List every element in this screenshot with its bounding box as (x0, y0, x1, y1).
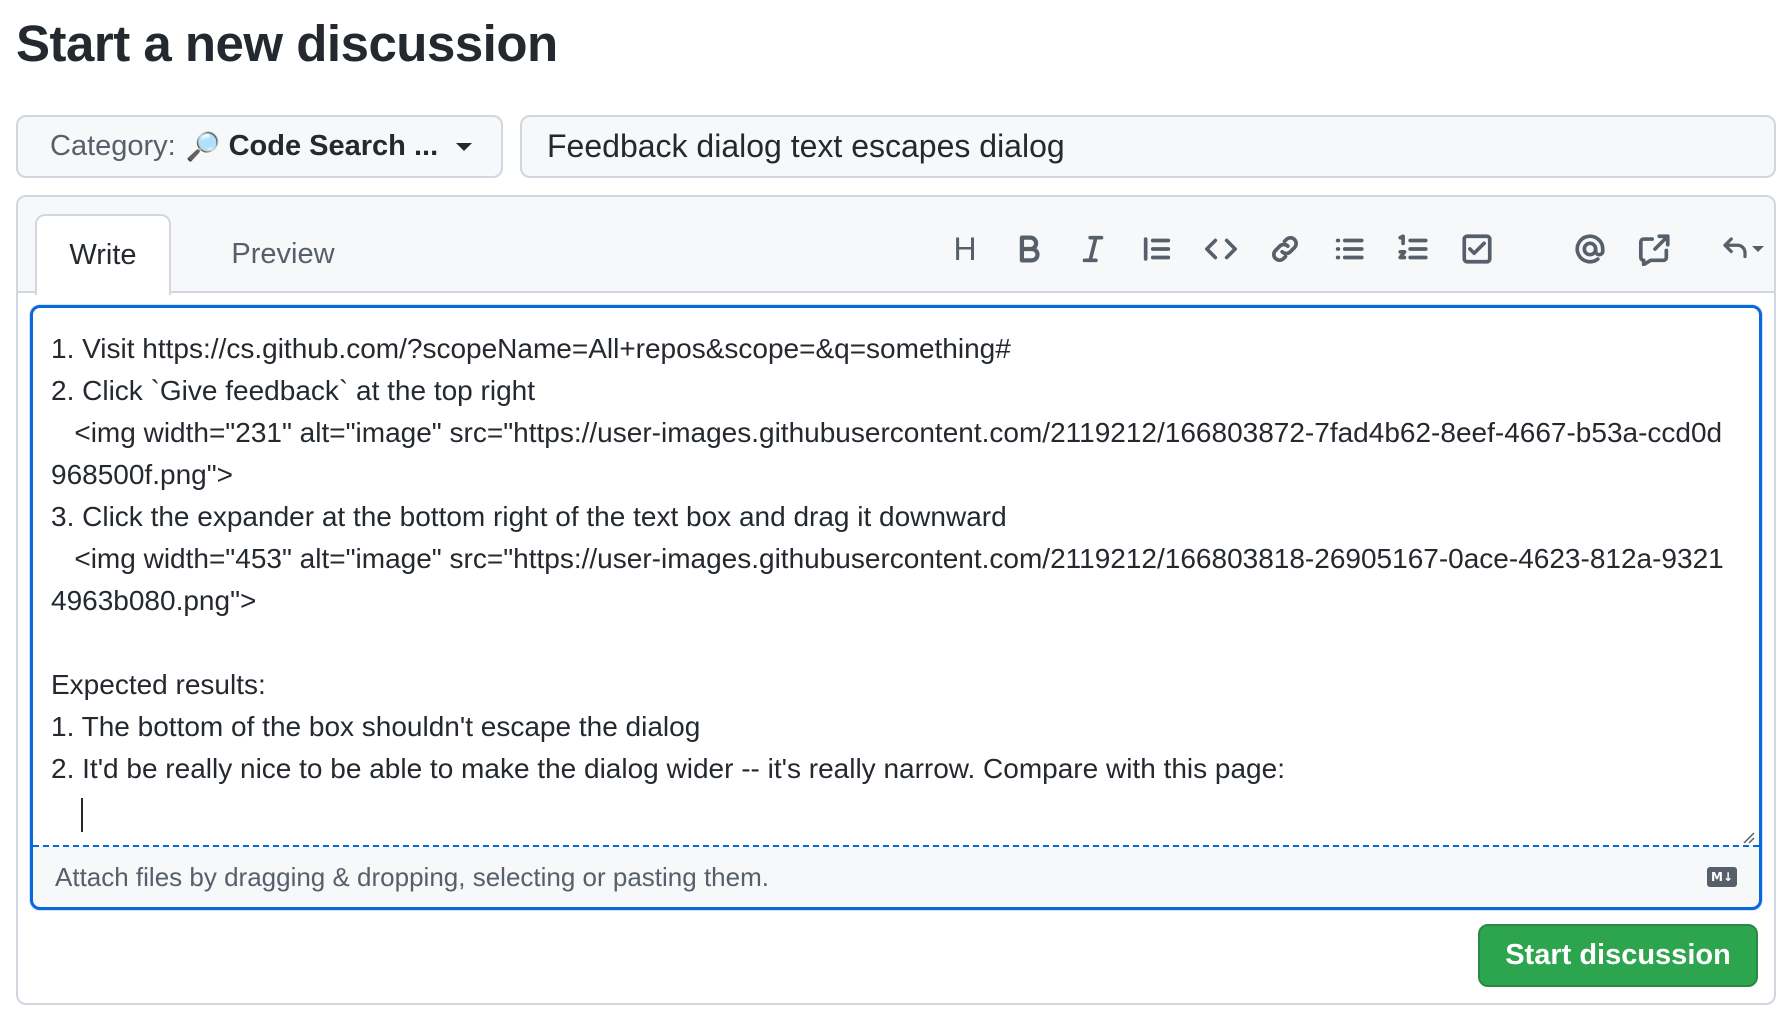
quote-icon[interactable] (1135, 227, 1179, 271)
comment-editor[interactable]: 1. Visit https://cs.github.com/?scopeNam… (30, 305, 1762, 910)
discussion-title-input[interactable] (520, 115, 1776, 178)
heading-icon[interactable]: H (943, 227, 987, 271)
category-dropdown[interactable]: Category: 🔎 Code Search ... (16, 115, 503, 178)
task-list-icon[interactable] (1455, 227, 1499, 271)
code-icon[interactable] (1199, 227, 1243, 271)
resize-grip-icon[interactable] (1739, 828, 1755, 844)
comment-body-textarea[interactable]: 1. Visit https://cs.github.com/?scopeNam… (51, 328, 1731, 838)
attach-files-bar[interactable]: Attach files by dragging & dropping, sel… (33, 845, 1759, 907)
text-cursor (81, 798, 83, 832)
bulleted-list-icon[interactable] (1327, 227, 1371, 271)
attach-files-hint: Attach files by dragging & dropping, sel… (55, 861, 769, 892)
caret-down-icon (456, 142, 473, 151)
markdown-toolbar: H (18, 227, 1774, 277)
bold-icon[interactable] (1007, 227, 1051, 271)
category-value: Code Search ... (228, 130, 439, 162)
italic-icon[interactable] (1071, 227, 1115, 271)
tab-write[interactable]: Write (35, 214, 171, 295)
reply-icon[interactable] (1710, 227, 1774, 271)
tab-header: Write Preview H (18, 197, 1774, 295)
reply-caret-icon (1752, 246, 1764, 252)
cross-reference-icon[interactable] (1633, 227, 1677, 271)
magnifier-emoji-icon: 🔎 (185, 130, 221, 163)
category-label: Category: (50, 130, 176, 162)
numbered-list-icon[interactable] (1391, 227, 1435, 271)
heading-glyph: H (953, 230, 977, 267)
comment-box: Write Preview H 1. Visit https://cs.gith… (16, 195, 1776, 1005)
mention-icon[interactable] (1568, 227, 1612, 271)
markdown-icon[interactable]: M↓ (1707, 867, 1737, 887)
page-title: Start a new discussion (16, 15, 558, 72)
start-discussion-button[interactable]: Start discussion (1478, 924, 1758, 987)
link-icon[interactable] (1263, 227, 1307, 271)
